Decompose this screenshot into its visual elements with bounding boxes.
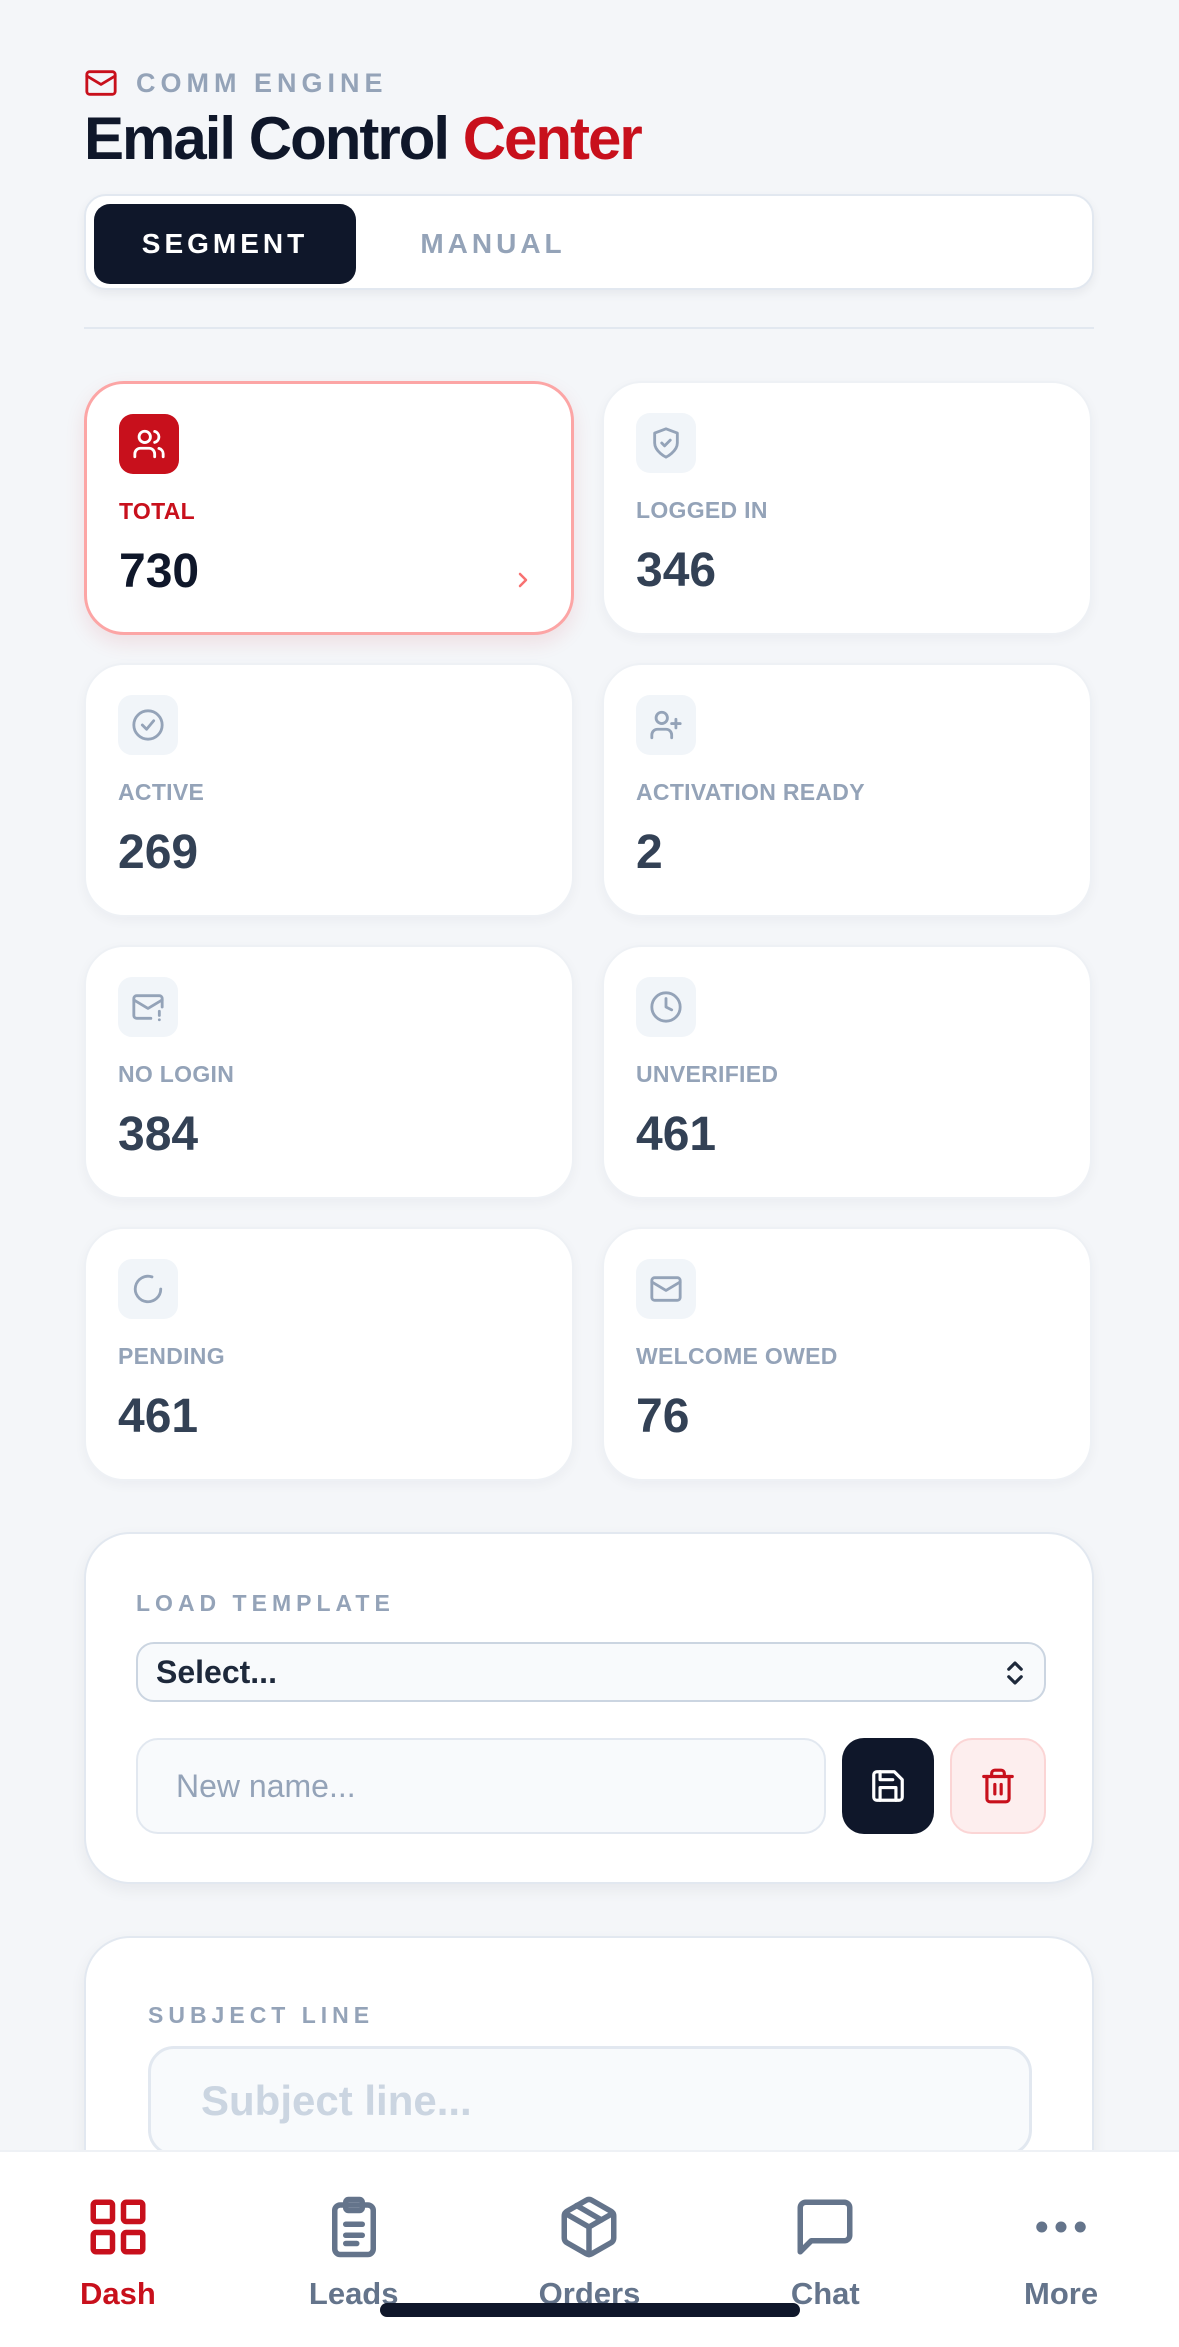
chevron-up-down-icon <box>1007 1661 1023 1685</box>
nav-item-leads[interactable]: Leads <box>236 2152 472 2347</box>
nav-item-more[interactable]: More <box>943 2152 1179 2347</box>
stat-value: 76 <box>636 1390 690 1443</box>
mail-icon <box>85 70 117 96</box>
icon-box <box>636 977 696 1037</box>
tab-segment[interactable]: SEGMENT <box>94 204 356 284</box>
stat-label: LOGGED IN <box>636 497 768 523</box>
stat-card-welcome-owed[interactable]: WELCOME OWED 76 <box>602 1227 1092 1481</box>
stat-label: NO LOGIN <box>118 1061 235 1087</box>
save-icon <box>872 1770 904 1802</box>
nav-label: More <box>1024 2276 1099 2311</box>
divider <box>84 327 1094 329</box>
icon-box <box>636 1259 696 1319</box>
stat-label: ACTIVE <box>118 779 205 805</box>
save-template-button[interactable] <box>842 1738 934 1834</box>
nav-item-dash[interactable]: Dash <box>0 2152 236 2347</box>
users-icon <box>133 429 165 459</box>
clipboard-icon <box>331 2196 376 2258</box>
stat-label: UNVERIFIED <box>636 1061 779 1087</box>
stat-label: ACTIVATION READY <box>636 779 865 805</box>
mail-alert-icon <box>132 994 164 1022</box>
subject-label: SUBJECT LINE <box>148 2002 375 2028</box>
template-label: LOAD TEMPLATE <box>136 1590 395 1616</box>
template-select[interactable]: Select... <box>136 1642 1046 1702</box>
shield-check-icon <box>653 427 679 459</box>
stat-value: 461 <box>636 1108 717 1161</box>
subject-input[interactable]: Subject line... <box>148 2046 1032 2156</box>
icon-box <box>118 1259 178 1319</box>
stat-value: 461 <box>118 1390 199 1443</box>
nav-label: Dash <box>79 2276 156 2311</box>
stat-value: 730 <box>119 545 200 598</box>
stat-card-no-login[interactable]: NO LOGIN 384 <box>84 945 574 1199</box>
stat-label: TOTAL <box>119 498 196 524</box>
stat-label: WELCOME OWED <box>636 1343 838 1369</box>
grid-icon <box>90 2199 146 2255</box>
package-icon <box>561 2196 617 2258</box>
stat-label: PENDING <box>118 1343 225 1369</box>
stats-grid: TOTAL 730 LOGGED IN 346 ACTIVE 269 ACTIV… <box>84 381 1094 1481</box>
title-accent: Center <box>462 105 643 172</box>
stat-value: 269 <box>118 826 199 879</box>
template-panel: LOAD TEMPLATE Select... New name... <box>84 1532 1094 1884</box>
user-plus-icon <box>650 710 682 740</box>
email-control-page: COMM ENGINE Email Control Center SEGMENT… <box>0 0 1179 2347</box>
mail-icon <box>650 1276 682 1302</box>
new-name-input[interactable]: New name... <box>136 1738 826 1834</box>
nav-item-orders[interactable]: Orders <box>472 2152 708 2347</box>
icon-box <box>118 977 178 1037</box>
icon-box <box>636 413 696 473</box>
page-title: Email Control Center <box>84 104 643 173</box>
icon-box <box>118 695 178 755</box>
chat-icon <box>797 2199 853 2255</box>
icon-box <box>119 414 179 474</box>
stat-card-activation-ready[interactable]: ACTIVATION READY 2 <box>602 663 1092 917</box>
eyebrow-text: COMM ENGINE <box>136 67 388 98</box>
delete-template-button[interactable] <box>950 1738 1046 1834</box>
eyebrow: COMM ENGINE <box>84 66 388 100</box>
stat-card-logged-in[interactable]: LOGGED IN 346 <box>602 381 1092 635</box>
loader-icon <box>133 1274 163 1304</box>
stat-card-total[interactable]: TOTAL 730 <box>84 381 574 635</box>
stat-card-unverified[interactable]: UNVERIFIED 461 <box>602 945 1092 1199</box>
icon-box <box>636 695 696 755</box>
stat-value: 2 <box>636 826 663 879</box>
template-select-value: Select... <box>156 1653 277 1690</box>
stat-value: 384 <box>118 1108 199 1161</box>
chevron-right-icon <box>518 572 528 588</box>
check-circle-icon <box>132 709 164 741</box>
bottom-nav: Dash Leads Orders Chat More <box>0 2150 1179 2347</box>
stat-value: 346 <box>636 544 717 597</box>
stat-card-active[interactable]: ACTIVE 269 <box>84 663 574 917</box>
more-icon <box>1036 2221 1086 2233</box>
home-indicator <box>380 2303 800 2317</box>
tab-manual[interactable]: MANUAL <box>362 204 624 284</box>
nav-item-chat[interactable]: Chat <box>707 2152 943 2347</box>
nav-label: Chat <box>790 2276 860 2311</box>
clock-icon <box>650 991 682 1023</box>
mode-tabs: SEGMENT MANUAL <box>84 194 1094 290</box>
trash-icon <box>982 1768 1014 1804</box>
title-main: Email Control <box>84 105 450 172</box>
stat-card-pending[interactable]: PENDING 461 <box>84 1227 574 1481</box>
